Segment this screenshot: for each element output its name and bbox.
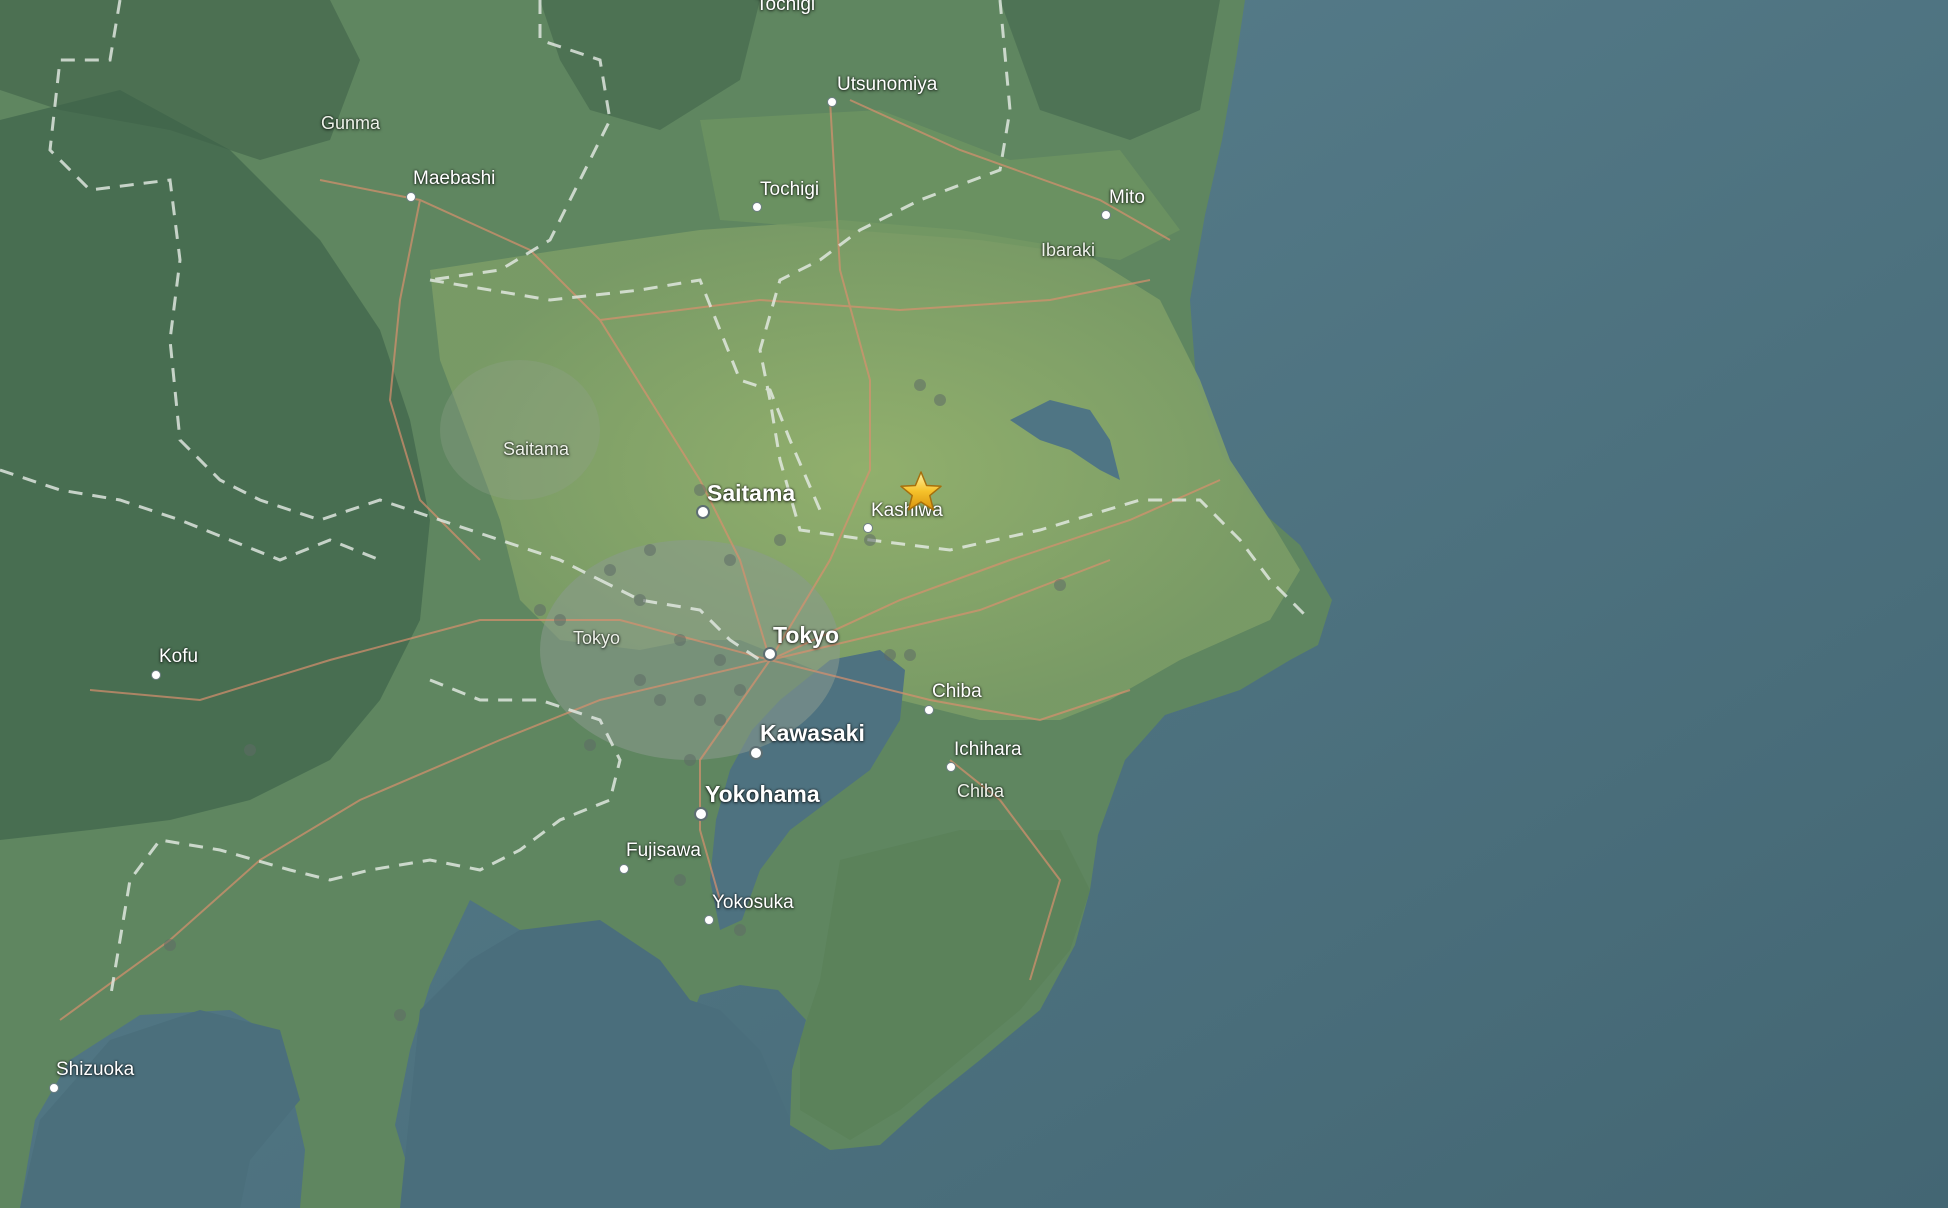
shizuoka-dot — [49, 1083, 59, 1093]
map-label-ibaraki[interactable]: Ibaraki — [1041, 240, 1095, 261]
map-label-ichihara[interactable]: Ichihara — [954, 739, 1022, 761]
map-label-gunma[interactable]: Gunma — [321, 113, 380, 134]
star-icon[interactable] — [899, 470, 943, 514]
map-label-utsunomiya[interactable]: Utsunomiya — [837, 74, 937, 96]
terrain-layer — [0, 0, 1948, 1208]
map-label-tokyo[interactable]: Tokyo — [773, 622, 839, 649]
ichihara-dot — [946, 762, 956, 772]
map-label-yokohama[interactable]: Yokohama — [705, 781, 820, 808]
yokohama-dot — [694, 807, 708, 821]
tokyo-dot — [763, 647, 777, 661]
utsunomiya-dot — [827, 97, 837, 107]
kashiwa-dot — [863, 523, 873, 533]
map-view[interactable]: Tochigi Utsunomiya Gunma Maebashi Tochig… — [0, 0, 1948, 1208]
map-label-shizuoka[interactable]: Shizuoka — [56, 1059, 134, 1081]
mito-dot — [1101, 210, 1111, 220]
yokosuka-dot — [704, 915, 714, 925]
map-label-tokyo-pref[interactable]: Tokyo — [573, 628, 620, 649]
kofu-dot — [151, 670, 161, 680]
map-label-kawasaki[interactable]: Kawasaki — [760, 720, 865, 747]
chiba-dot — [924, 705, 934, 715]
fujisawa-dot — [619, 864, 629, 874]
map-label-kofu[interactable]: Kofu — [159, 646, 198, 668]
saitama-dot — [696, 505, 710, 519]
tochigi-dot — [752, 202, 762, 212]
map-label-chiba-pref[interactable]: Chiba — [957, 781, 1004, 802]
map-label-tochigi[interactable]: Tochigi — [760, 179, 819, 201]
map-label-saitama-pref[interactable]: Saitama — [503, 439, 569, 460]
kawasaki-dot — [749, 746, 763, 760]
map-label-saitama[interactable]: Saitama — [707, 480, 795, 507]
map-label-maebashi[interactable]: Maebashi — [413, 168, 495, 190]
map-label-tochigi-north[interactable]: Tochigi — [756, 0, 815, 16]
map-label-yokosuka[interactable]: Yokosuka — [712, 892, 794, 914]
map-label-mito[interactable]: Mito — [1109, 187, 1145, 209]
maebashi-dot — [406, 192, 416, 202]
map-label-chiba[interactable]: Chiba — [932, 681, 982, 703]
map-label-fujisawa[interactable]: Fujisawa — [626, 840, 701, 862]
